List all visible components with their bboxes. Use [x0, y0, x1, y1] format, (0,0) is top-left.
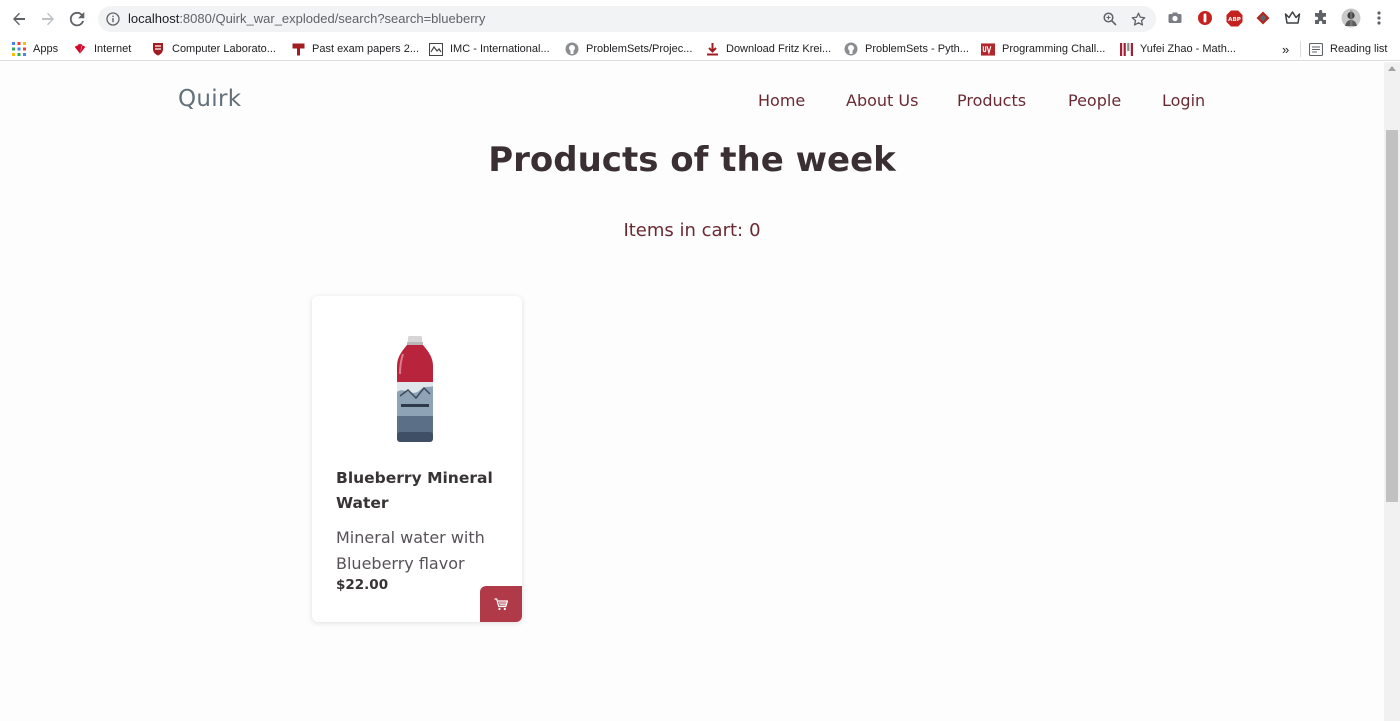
bookmark-past-exam-papers[interactable]: Past exam papers 2... [291, 40, 419, 58]
bookmark-problemsets-python[interactable]: ProblemSets - Pyth... [844, 40, 969, 58]
bookmark-label: ProblemSets - Pyth... [865, 43, 969, 55]
bookmark-label: Programming Chall... [1002, 43, 1106, 55]
forward-button[interactable] [36, 7, 60, 31]
kebab-menu-icon[interactable] [1370, 9, 1388, 27]
back-button[interactable] [7, 7, 31, 31]
adblock-plus-icon[interactable]: ABP [1225, 9, 1243, 27]
cart-item-count: 0 [749, 220, 761, 241]
reading-list-label: Reading list [1330, 43, 1388, 55]
bookmark-label: Yufei Zhao - Math... [1140, 43, 1236, 55]
nav-about-us[interactable]: About Us [846, 91, 918, 110]
crown-extension-icon[interactable] [1283, 9, 1301, 27]
crest-cross-icon [291, 42, 305, 56]
bookmarks-divider [1300, 41, 1301, 57]
url-text: localhost:8080/Quirk_war_exploded/search… [128, 11, 485, 26]
github-octocat-icon [565, 42, 579, 56]
shopping-cart-icon [494, 597, 508, 610]
page-viewport: Quirk Home About Us Products People Logi… [0, 62, 1384, 721]
shield-crest-icon [151, 42, 165, 56]
bookmarks-bar: Apps Internet Computer Laborato... Past … [0, 36, 1400, 61]
bookmark-apps[interactable]: Apps [12, 40, 58, 58]
scrollbar-thumb[interactable] [1386, 130, 1398, 502]
cart-status-label: Items in cart: [623, 220, 744, 241]
browser-toolbar: localhost:8080/Quirk_war_exploded/search… [0, 0, 1400, 36]
bookmark-label: ProblemSets/Projec... [586, 43, 693, 55]
apps-grid-icon [12, 42, 26, 56]
bookmark-label: Apps [33, 43, 59, 55]
bookmarks-overflow-button[interactable]: » [1282, 40, 1289, 58]
reading-list-button[interactable]: Reading list [1309, 40, 1387, 58]
url-host: localhost [128, 11, 180, 26]
profile-avatar[interactable] [1341, 8, 1361, 28]
bookmark-label: Download Fritz Krei... [726, 43, 832, 55]
uva-logo-icon [981, 42, 995, 56]
abp-label: ABP [1228, 17, 1241, 23]
cart-status: Items in cart: 0 [0, 220, 1384, 241]
bookmark-yufei-zhao[interactable]: Yufei Zhao - Math... [1119, 40, 1236, 58]
address-bar[interactable]: localhost:8080/Quirk_war_exploded/search… [98, 6, 1156, 32]
reading-list-icon [1309, 42, 1323, 56]
overflow-chevron-label: » [1282, 41, 1290, 57]
zoom-icon[interactable] [1102, 11, 1118, 27]
nav-login[interactable]: Login [1162, 91, 1205, 110]
page-title: Products of the week [488, 140, 896, 180]
bookmark-programming-challenges[interactable]: Programming Chall... [981, 40, 1105, 58]
bookmark-problemsets-projects[interactable]: ProblemSets/Projec... [565, 40, 692, 58]
bookmark-imc[interactable]: IMC - International... [429, 40, 550, 58]
red-shield-extension-icon[interactable] [1196, 9, 1214, 27]
bookmark-computer-laboratory[interactable]: Computer Laborato... [151, 40, 276, 58]
site-info-icon[interactable] [106, 12, 120, 26]
nav-home[interactable]: Home [758, 91, 805, 110]
bookmark-download-fritz[interactable]: Download Fritz Krei... [705, 40, 831, 58]
product-price: $22.00 [336, 577, 389, 593]
nav-products[interactable]: Products [957, 91, 1026, 110]
download-arrow-icon [705, 42, 719, 56]
github-octocat-icon [844, 42, 858, 56]
reload-button[interactable] [65, 7, 89, 31]
mit-logo-icon [1119, 42, 1133, 56]
product-description: Mineral water with Blueberry flavor [336, 528, 485, 573]
reload-icon [69, 11, 85, 27]
bookmark-label: IMC - International... [450, 43, 550, 55]
huawei-logo-icon [73, 42, 87, 56]
site-brand-logo[interactable]: Quirk [178, 86, 241, 112]
puzzle-red-extension-icon[interactable] [1254, 9, 1272, 27]
nav-people[interactable]: People [1068, 91, 1121, 110]
imc-logo-icon [429, 42, 443, 56]
bookmark-label: Internet [94, 43, 132, 55]
product-name[interactable]: Blueberry Mineral Water [336, 466, 506, 516]
product-card[interactable]: Blueberry Mineral Water Mineral water wi… [312, 296, 522, 622]
bookmark-star-icon[interactable] [1130, 11, 1146, 27]
bookmark-label: Past exam papers 2... [312, 43, 419, 55]
back-arrow-icon [13, 12, 25, 26]
vertical-scrollbar[interactable] [1384, 62, 1400, 721]
bookmark-label: Computer Laborato... [172, 43, 276, 55]
scroll-up-arrow-icon[interactable] [1388, 66, 1396, 71]
forward-arrow-icon [42, 12, 54, 26]
url-path: :8080/Quirk_war_exploded/search?search=b… [179, 11, 486, 26]
add-to-cart-button[interactable] [480, 586, 522, 622]
product-image-blueberry-water-bottle [397, 336, 433, 442]
bookmark-internet[interactable]: Internet [73, 40, 131, 58]
camera-extension-icon[interactable] [1166, 9, 1184, 27]
extensions-puzzle-icon[interactable] [1312, 9, 1330, 27]
